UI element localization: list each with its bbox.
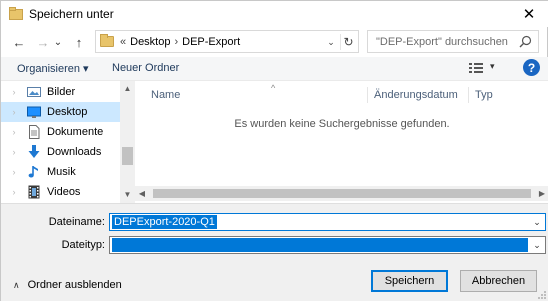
desktop-icon <box>27 106 41 118</box>
sidebar-item-label: Videos <box>47 186 81 198</box>
command-toolbar: Organisieren ▾ Neuer Ordner ▾ ? <box>1 57 548 81</box>
column-divider[interactable] <box>468 87 469 103</box>
filetype-value[interactable] <box>112 238 528 252</box>
close-icon: ✕ <box>522 6 536 23</box>
recent-locations-button[interactable]: ⌄ <box>52 32 64 52</box>
back-arrow-icon: ← <box>12 34 26 50</box>
folder-icon <box>100 34 114 47</box>
save-form: Dateiname: DEPExport-2020-Q1 ⌄ Dateityp:… <box>1 203 548 301</box>
scroll-down-icon[interactable]: ▼ <box>120 187 135 201</box>
column-divider[interactable] <box>367 87 368 103</box>
breadcrumb-dep-export[interactable]: DEP-Export <box>182 36 240 48</box>
title-bar: Speichern unter ✕ <box>1 1 548 27</box>
search-placeholder: "DEP-Export" durchsuchen <box>376 35 508 48</box>
filetype-label: Dateityp: <box>61 239 105 251</box>
help-icon[interactable]: ? <box>523 59 540 76</box>
up-button[interactable]: ↑ <box>69 32 89 52</box>
close-button[interactable]: ✕ <box>509 1 548 27</box>
organize-menu[interactable]: Organisieren ▾ <box>17 62 89 75</box>
empty-results-message: Es wurden keine Suchergebnisse gefunden. <box>234 118 450 130</box>
scroll-left-icon[interactable]: ◀ <box>135 186 149 201</box>
address-dropdown-icon[interactable]: ⌄ <box>324 35 338 49</box>
scrollbar-thumb[interactable] <box>153 189 531 198</box>
sidebar-item-downloads[interactable]: › Downloads <box>1 142 120 162</box>
forward-button[interactable]: → <box>33 32 53 52</box>
file-list-horizontal-scrollbar[interactable]: ◀ ▶ <box>135 186 548 201</box>
sidebar-item-bilder[interactable]: › Bilder <box>1 82 120 102</box>
sidebar-item-videos[interactable]: › Videos <box>1 182 120 202</box>
refresh-icon[interactable]: ↻ <box>340 34 356 50</box>
sidebar-item-label: Bilder <box>47 86 76 98</box>
navigation-pane: › Bilder › Desktop › Dokumente › Downloa… <box>1 81 135 203</box>
view-options-caret-icon[interactable]: ▾ <box>490 61 495 72</box>
music-icon <box>28 166 38 178</box>
navigation-bar: ← → ⌄ ↑ « Desktop › DEP-Export ⌄ ↻ "DEP-… <box>1 27 548 57</box>
column-header-modified[interactable]: Änderungsdatum <box>374 85 458 105</box>
sidebar-item-dokumente[interactable]: › Dokumente <box>1 122 120 142</box>
scroll-up-icon[interactable]: ▲ <box>120 81 135 95</box>
navigation-pane-scrollbar[interactable]: ▲ ▼ <box>120 81 135 203</box>
scroll-right-icon[interactable]: ▶ <box>535 186 548 201</box>
expand-chevron-icon[interactable]: › <box>1 127 27 137</box>
chevron-down-icon[interactable]: ⌄ <box>529 214 545 230</box>
hide-folders-toggle[interactable]: ∧ Ordner ausblenden <box>13 279 122 291</box>
up-arrow-icon: ↑ <box>75 34 83 50</box>
address-bar[interactable]: « Desktop › DEP-Export ⌄ ↻ <box>95 30 359 53</box>
file-list: Name ^ Änderungsdatum Typ Es wurden kein… <box>135 81 548 203</box>
sort-ascending-icon: ^ <box>271 83 276 93</box>
breadcrumb-separator-icon[interactable]: › <box>174 36 178 48</box>
save-button[interactable]: Speichern <box>371 270 448 292</box>
sidebar-item-label: Desktop <box>47 106 88 118</box>
window-title: Speichern unter <box>29 7 114 21</box>
expand-chevron-icon[interactable]: › <box>1 87 27 97</box>
filename-field[interactable]: DEPExport-2020-Q1 ⌄ <box>109 213 546 231</box>
chevron-down-icon[interactable]: ⌄ <box>529 237 545 253</box>
resize-grip-icon[interactable] <box>537 290 547 300</box>
column-header-label: Name <box>151 89 181 101</box>
chevron-up-icon: ∧ <box>13 279 20 290</box>
expand-chevron-icon[interactable]: › <box>1 167 27 177</box>
sidebar-item-label: Downloads <box>47 146 102 158</box>
sidebar-item-label: Musik <box>47 166 76 178</box>
chevron-down-icon: ⌄ <box>53 36 63 48</box>
column-header-type[interactable]: Typ <box>475 85 493 105</box>
search-icon <box>519 35 532 48</box>
expand-chevron-icon[interactable]: › <box>1 147 27 157</box>
save-as-dialog: Speichern unter ✕ ← → ⌄ ↑ « Desktop › DE… <box>0 0 548 301</box>
sidebar-item-desktop[interactable]: › Desktop <box>1 102 120 122</box>
filetype-select[interactable]: ⌄ <box>109 236 546 254</box>
hide-folders-label: Ordner ausblenden <box>27 279 122 291</box>
new-folder-button[interactable]: Neuer Ordner <box>112 62 179 74</box>
sidebar-item-label: Dokumente <box>47 126 104 138</box>
view-options-icon[interactable] <box>469 62 483 74</box>
cancel-button[interactable]: Abbrechen <box>460 270 537 292</box>
forward-arrow-icon: → <box>36 34 50 50</box>
filename-value[interactable]: DEPExport-2020-Q1 <box>112 215 217 229</box>
column-header-name[interactable]: Name ^ <box>151 83 275 105</box>
breadcrumb-desktop[interactable]: Desktop <box>130 36 170 48</box>
back-button[interactable]: ← <box>9 32 29 52</box>
breadcrumb-overflow[interactable]: « <box>120 36 126 48</box>
filename-label: Dateiname: <box>48 216 105 228</box>
search-input[interactable]: "DEP-Export" durchsuchen <box>367 30 539 53</box>
expand-chevron-icon[interactable]: › <box>1 187 27 197</box>
documents-icon <box>29 125 40 139</box>
sidebar-item-musik[interactable]: › Musik <box>1 162 120 182</box>
scrollbar-thumb[interactable] <box>122 147 133 165</box>
app-icon <box>9 7 23 20</box>
videos-icon <box>28 185 40 199</box>
pictures-icon <box>27 87 41 97</box>
expand-chevron-icon[interactable]: › <box>1 107 27 117</box>
downloads-icon <box>28 145 40 158</box>
